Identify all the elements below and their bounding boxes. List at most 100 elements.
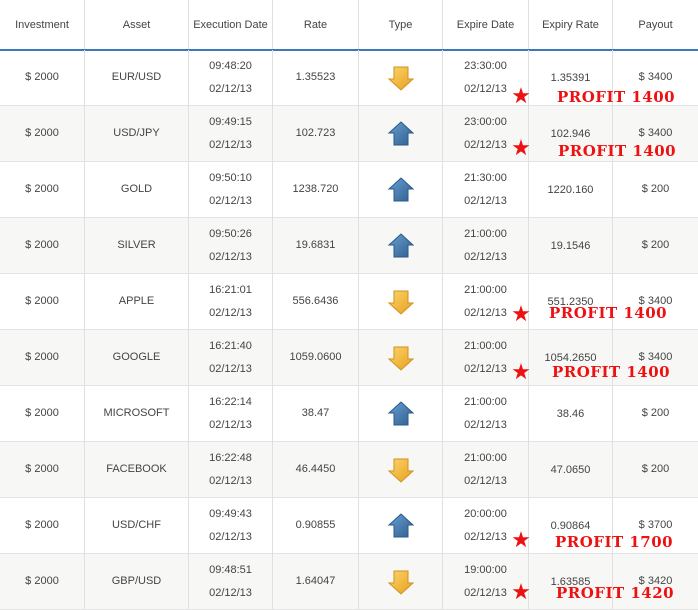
table-row[interactable]: $ 2000 USD/CHF 09:49:43 02/12/13 0.90855 20:0… [0, 498, 698, 554]
investment-value: $ 2000 [25, 239, 59, 251]
expire-date: 02/12/13 [464, 530, 507, 543]
execution-date-cell: 16:21:01 02/12/13 [189, 274, 273, 329]
investment-cell: $ 2000 [0, 106, 85, 161]
profit-annotation: PROFIT 1400 [549, 304, 668, 322]
rate-cell: 19.6831 [273, 218, 359, 273]
expire-time: 21:30:00 [464, 171, 507, 184]
investment-value: $ 2000 [25, 295, 59, 307]
profit-annotation: PROFIT 1400 [557, 88, 676, 106]
expire-date: 02/12/13 [464, 250, 507, 263]
rate-value: 19.6831 [295, 239, 336, 251]
type-cell [359, 106, 443, 161]
expire-date-cell: 21:30:00 02/12/13 [443, 162, 529, 217]
star-icon: ★ [511, 84, 531, 109]
payout-value: $ 200 [641, 463, 670, 475]
table-row[interactable]: $ 2000 APPLE 16:21:01 02/12/13 556.6436 21:00… [0, 274, 698, 330]
execution-date: 02/12/13 [209, 306, 252, 319]
expiry-rate-value: 38.46 [556, 408, 585, 420]
execution-date-cell: 09:49:43 02/12/13 [189, 498, 273, 553]
execution-date-cell: 09:50:10 02/12/13 [189, 162, 273, 217]
table-row[interactable]: $ 2000 SILVER 09:50:26 02/12/13 19.6831 21:00… [0, 218, 698, 274]
table-row[interactable]: $ 2000 FACEBOOK 16:22:48 02/12/13 46.4450 21:… [0, 442, 698, 498]
expire-time: 19:00:00 [464, 563, 507, 576]
rate-value: 1.64047 [295, 575, 336, 587]
type-cell [359, 218, 443, 273]
type-cell [359, 498, 443, 553]
execution-date: 02/12/13 [209, 82, 252, 95]
type-cell [359, 386, 443, 441]
execution-date: 02/12/13 [209, 474, 252, 487]
asset-cell: FACEBOOK [85, 442, 189, 497]
rate-cell: 1.64047 [273, 554, 359, 609]
header-expiry-rate: Expiry Rate [529, 0, 613, 49]
expire-date: 02/12/13 [464, 474, 507, 487]
table-row[interactable]: $ 2000 GOLD 09:50:10 02/12/13 1238.720 21:30:… [0, 162, 698, 218]
table-row[interactable]: $ 2000 GOOGLE 16:21:40 02/12/13 1059.0600 21:… [0, 330, 698, 386]
arrow-down-icon [387, 66, 414, 91]
execution-date: 02/12/13 [209, 138, 252, 151]
expire-date: 02/12/13 [464, 82, 507, 95]
profit-annotation: PROFIT 1400 [552, 363, 671, 381]
expire-time: 21:00:00 [464, 395, 507, 408]
expire-date-cell: 21:00:00 02/12/13 [443, 442, 529, 497]
investment-cell: $ 2000 [0, 386, 85, 441]
investment-cell: $ 2000 [0, 50, 85, 105]
table-row[interactable]: $ 2000 USD/JPY 09:49:15 02/12/13 102.723 23:0… [0, 106, 698, 162]
rate-value: 1.35523 [295, 71, 336, 83]
payout-value: $ 200 [641, 239, 670, 251]
execution-date-cell: 09:49:15 02/12/13 [189, 106, 273, 161]
rate-value: 102.723 [295, 127, 336, 139]
investment-value: $ 2000 [25, 127, 59, 139]
table-row[interactable]: $ 2000 GBP/USD 09:48:51 02/12/13 1.64047 19:0… [0, 554, 698, 610]
table-row[interactable]: $ 2000 EUR/USD 09:48:20 02/12/13 1.35523 23:3… [0, 50, 698, 109]
asset-value: USD/JPY [113, 127, 160, 139]
arrow-up-icon [387, 120, 414, 145]
asset-cell: MICROSOFT [85, 386, 189, 441]
payout-cell: $ 200 [613, 386, 698, 441]
investment-cell: $ 2000 [0, 218, 85, 273]
investment-value: $ 2000 [25, 463, 59, 475]
investment-value: $ 2000 [25, 351, 59, 363]
expire-time: 21:00:00 [464, 339, 507, 352]
execution-date-cell: 16:22:48 02/12/13 [189, 442, 273, 497]
table-header: Investment Asset Execution Date Rate Typ… [0, 0, 698, 51]
arrow-up-icon [387, 400, 414, 425]
header-execution-date: Execution Date [189, 0, 273, 49]
asset-value: MICROSOFT [103, 407, 170, 419]
asset-cell: GOOGLE [85, 330, 189, 385]
expire-date-cell: 21:00:00 02/12/13 [443, 218, 529, 273]
execution-date: 02/12/13 [209, 250, 252, 263]
star-icon: ★ [511, 136, 531, 161]
execution-time: 09:50:26 [209, 227, 252, 240]
rate-cell: 0.90855 [273, 498, 359, 553]
payout-cell: $ 200 [613, 162, 698, 217]
asset-value: GOLD [120, 183, 153, 195]
asset-cell: GOLD [85, 162, 189, 217]
payout-value: $ 200 [641, 183, 670, 195]
expiry-rate-value: 1.35391 [550, 72, 591, 84]
execution-time: 09:50:10 [209, 171, 252, 184]
arrow-down-icon [387, 570, 414, 595]
table-row[interactable]: $ 2000 MICROSOFT 16:22:14 02/12/13 38.47 21:0… [0, 386, 698, 442]
arrow-up-icon [387, 512, 414, 537]
expire-time: 21:00:00 [464, 451, 507, 464]
execution-date: 02/12/13 [209, 362, 252, 375]
arrow-down-icon [387, 346, 414, 371]
investment-value: $ 2000 [25, 71, 59, 83]
star-icon: ★ [511, 360, 531, 385]
rate-value: 38.47 [301, 407, 330, 419]
expire-date: 02/12/13 [464, 138, 507, 151]
execution-time: 09:48:51 [209, 563, 252, 576]
execution-date-cell: 09:48:51 02/12/13 [189, 554, 273, 609]
investment-value: $ 2000 [25, 519, 59, 531]
type-cell [359, 554, 443, 609]
rate-cell: 1238.720 [273, 162, 359, 217]
arrow-up-icon [387, 232, 414, 257]
header-rate: Rate [273, 0, 359, 49]
execution-date: 02/12/13 [209, 586, 252, 599]
type-cell [359, 330, 443, 385]
execution-date: 02/12/13 [209, 418, 252, 431]
rate-cell: 102.723 [273, 106, 359, 161]
asset-value: GBP/USD [111, 575, 162, 587]
expire-time: 21:00:00 [464, 283, 507, 296]
